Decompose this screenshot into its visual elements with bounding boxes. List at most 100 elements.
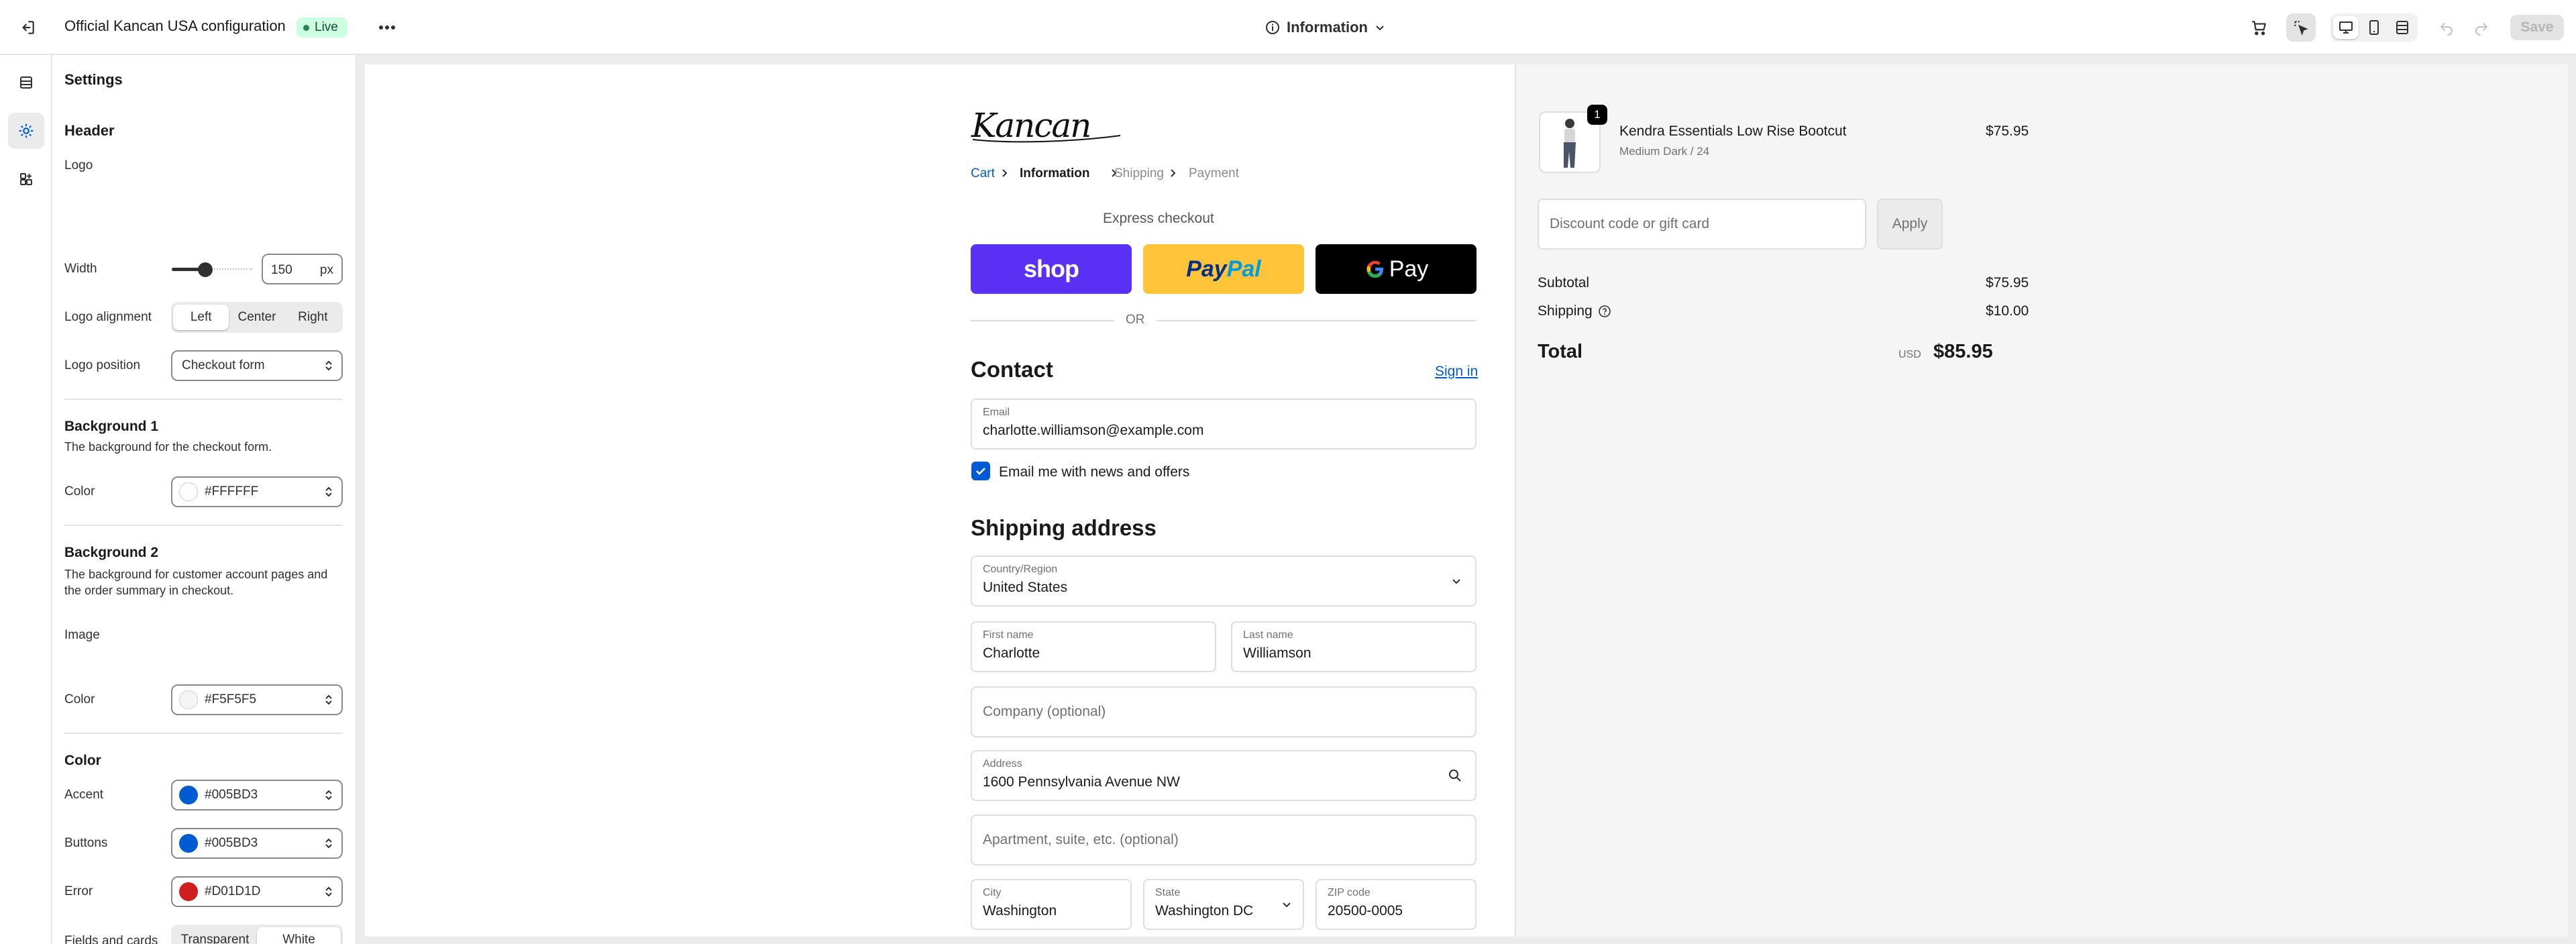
currency-code: USD [1898, 349, 1921, 360]
error-color-value: #D01D1D [205, 884, 261, 898]
breadcrumb-cart[interactable]: Cart [971, 166, 995, 181]
settings-panel: Settings Header Logo Width 150 px Logo a… [52, 55, 357, 944]
svg-text:Kancan: Kancan [971, 106, 1090, 145]
email-label: Email [983, 407, 1010, 418]
settings-title: Settings [64, 71, 123, 88]
newsletter-checkbox[interactable] [971, 462, 990, 480]
fields-cards-control: Transparent White [171, 925, 343, 944]
company-field[interactable]: Company (optional) [971, 686, 1477, 737]
desktop-view-icon[interactable] [2333, 16, 2359, 39]
page-selector-label: Information [1287, 19, 1368, 36]
chevron-right-icon [1002, 169, 1008, 177]
address-field[interactable]: Address 1600 Pennsylvania Avenue NW [971, 750, 1477, 801]
color-swatch [179, 482, 198, 501]
more-actions-icon[interactable] [376, 17, 398, 38]
breadcrumb-information: Information [1020, 166, 1090, 180]
theme-title: Official Kancan USA configuration [64, 17, 286, 34]
color-section-title: Color [64, 753, 101, 768]
width-label: Width [64, 262, 97, 276]
zip-field[interactable]: ZIP code 20500-0005 [1316, 879, 1477, 930]
chevron-down-icon [1452, 579, 1460, 584]
error-color-picker[interactable]: #D01D1D [171, 876, 343, 907]
apps-icon[interactable] [8, 161, 44, 197]
breadcrumb-payment: Payment [1189, 166, 1239, 180]
logo-position-select[interactable]: Checkout form [171, 350, 343, 381]
email-field[interactable]: Email charlotte.williamson@example.com [971, 399, 1477, 450]
chevron-down-icon [1283, 902, 1291, 908]
select-arrows-icon [325, 790, 332, 800]
last-name-field[interactable]: Last name Williamson [1231, 621, 1477, 672]
state-select[interactable]: State Washington DC [1143, 879, 1304, 930]
mobile-view-icon[interactable] [2361, 16, 2387, 39]
exit-icon[interactable] [17, 17, 38, 38]
apartment-field[interactable]: Apartment, suite, etc. (optional) [971, 815, 1477, 866]
quantity-badge: 1 [1587, 105, 1607, 125]
background-2-color-picker[interactable]: #F5F5F5 [171, 684, 343, 715]
logo-position-label: Logo position [64, 358, 141, 372]
alignment-left-option[interactable]: Left [173, 305, 229, 330]
logo-position-value: Checkout form [182, 358, 265, 372]
editor-rail [0, 55, 52, 944]
background-1-title: Background 1 [64, 419, 159, 434]
store-logo: Kancan [970, 106, 1124, 148]
total-value: $85.95 [1933, 341, 1993, 362]
accent-color-picker[interactable]: #005BD3 [171, 780, 343, 810]
width-slider[interactable] [172, 262, 252, 278]
background-1-color-picker[interactable]: #FFFFFF [171, 476, 343, 507]
zip-label: ZIP code [1328, 887, 1371, 898]
product-thumbnail: 1 [1539, 105, 1607, 173]
first-name-field[interactable]: First name Charlotte [971, 621, 1216, 672]
undo-icon[interactable] [2435, 16, 2458, 39]
last-name-label: Last name [1243, 629, 1293, 641]
width-input[interactable]: 150 px [262, 254, 343, 284]
last-name-value: Williamson [1243, 645, 1311, 661]
inspector-toggle-icon[interactable] [2286, 13, 2316, 42]
help-icon [1598, 305, 1611, 317]
shipping-address-title: Shipping address [971, 515, 1157, 540]
shipping-value: $10.00 [1986, 303, 2029, 319]
product-price: $75.95 [1986, 123, 2029, 139]
select-arrows-icon [325, 486, 332, 497]
page-selector[interactable]: Information [1265, 16, 1385, 39]
logo-alignment-label: Logo alignment [64, 310, 152, 324]
contact-title: Contact [971, 357, 1053, 382]
top-bar: Official Kancan USA configuration Live I… [0, 0, 2576, 55]
fields-transparent-option[interactable]: Transparent [173, 927, 257, 944]
chevron-down-icon [1376, 25, 1384, 31]
sign-in-link[interactable]: Sign in [1435, 364, 1478, 380]
buttons-color-label: Buttons [64, 836, 108, 850]
logo-alignment-control: Left Center Right [171, 302, 343, 333]
sections-icon[interactable] [8, 64, 44, 101]
section-divider [64, 399, 342, 400]
shop-pay-button[interactable]: shop [971, 244, 1132, 294]
cart-icon[interactable] [2247, 16, 2270, 39]
state-label: State [1155, 887, 1181, 898]
fields-white-option[interactable]: White [257, 927, 341, 944]
width-unit: px [319, 263, 333, 277]
width-value: 150 [271, 263, 292, 277]
newsletter-label: Email me with news and offers [999, 464, 1190, 480]
address-value: 1600 Pennsylvania Avenue NW [983, 774, 1180, 790]
width-slider-handle[interactable] [198, 262, 213, 277]
redo-icon[interactable] [2470, 16, 2493, 39]
save-button[interactable]: Save [2510, 15, 2564, 40]
alignment-right-option[interactable]: Right [285, 305, 341, 330]
city-label: City [983, 887, 1002, 898]
city-field[interactable]: City Washington [971, 879, 1132, 930]
buttons-color-picker[interactable]: #005BD3 [171, 828, 343, 859]
header-section-title: Header [64, 122, 115, 139]
fields-cards-label: Fields and cards [64, 934, 158, 944]
apply-discount-button[interactable]: Apply [1877, 199, 1943, 250]
paypal-button[interactable]: PayPal [1143, 244, 1304, 294]
theme-settings-icon[interactable] [8, 113, 44, 149]
background-2-title: Background 2 [64, 545, 159, 560]
full-width-view-icon[interactable] [2390, 16, 2415, 39]
accent-color-value: #005BD3 [205, 788, 258, 802]
google-pay-button[interactable]: Pay [1316, 244, 1477, 294]
subtotal-label: Subtotal [1538, 275, 1590, 291]
color-swatch [179, 690, 198, 709]
product-name: Kendra Essentials Low Rise Bootcut [1619, 123, 1847, 139]
alignment-center-option[interactable]: Center [229, 305, 284, 330]
country-select[interactable]: Country/Region United States [971, 556, 1477, 607]
discount-code-input[interactable]: Discount code or gift card [1538, 199, 1866, 250]
